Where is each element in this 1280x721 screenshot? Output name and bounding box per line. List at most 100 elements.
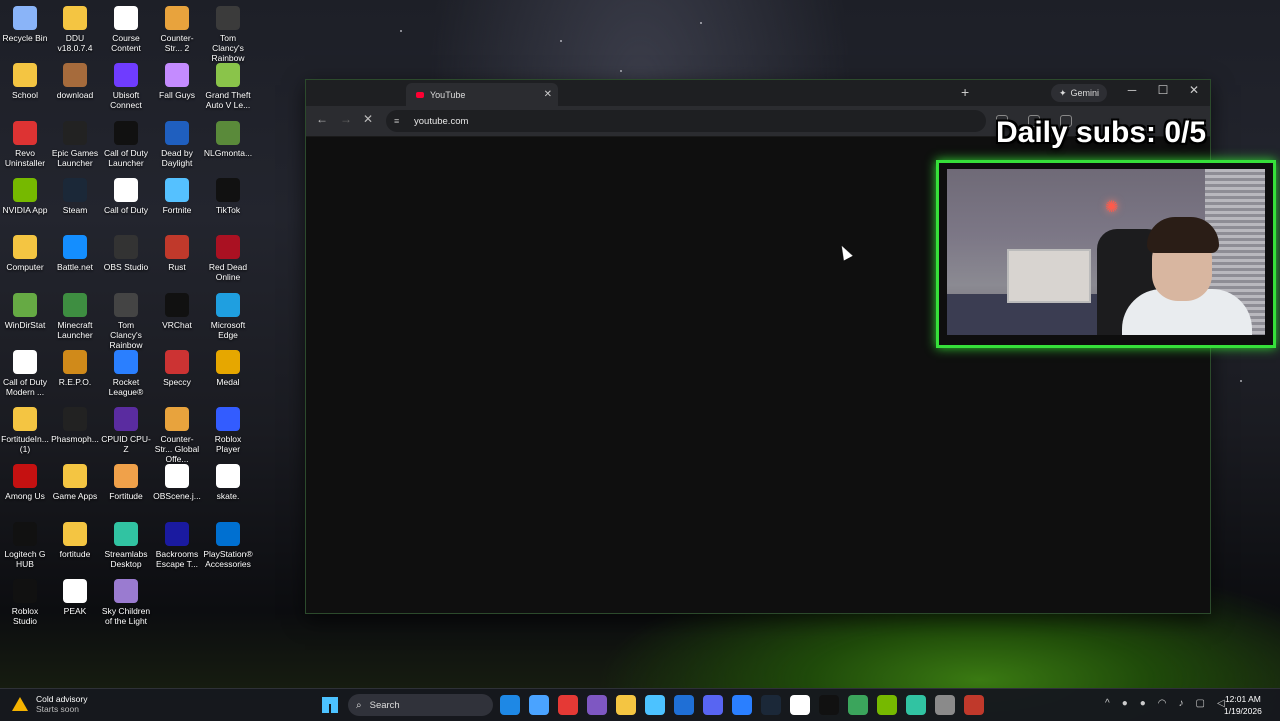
taskbar-app-icon[interactable] — [500, 695, 520, 715]
desktop-icon[interactable]: FortitudeIn... (1) — [0, 407, 50, 454]
desktop-icon[interactable]: NLGmonta... — [203, 120, 253, 158]
desktop-icon-label: Recycle Bin — [2, 33, 48, 43]
taskbar-app-icon[interactable] — [587, 695, 607, 715]
forward-icon[interactable]: → — [340, 112, 352, 126]
desktop-icon[interactable]: Computer — [0, 235, 50, 272]
tray-app-icon[interactable]: ● — [1140, 698, 1146, 709]
desktop-icon[interactable]: Steam — [50, 177, 100, 215]
desktop-icon[interactable]: Grand Theft Auto V Le... — [203, 63, 253, 110]
taskbar-app-icon[interactable] — [674, 695, 694, 715]
desktop-icon[interactable]: Fortitude — [101, 464, 151, 501]
desktop-icon[interactable]: Battle.net — [50, 235, 100, 272]
taskbar-app-icon[interactable] — [964, 695, 984, 715]
desktop-icon[interactable]: PlayStation® Accessories — [203, 521, 253, 569]
network-icon[interactable]: ▢ — [1196, 698, 1205, 709]
taskbar-app-icon[interactable] — [529, 695, 549, 715]
taskbar-app-icon[interactable] — [761, 695, 781, 715]
tray-app-icon[interactable]: ● — [1122, 698, 1128, 709]
desktop-icon[interactable]: Logitech G HUB — [0, 521, 50, 569]
desktop-icon[interactable]: Epic Games Launcher — [50, 120, 100, 168]
desktop-icon[interactable]: Roblox Player — [203, 407, 253, 454]
desktop-icon-label: R.E.P.O. — [58, 376, 92, 387]
desktop-icon[interactable]: Revo Uninstaller — [0, 120, 50, 168]
desktop-icon[interactable]: Fortnite — [152, 177, 202, 215]
taskbar-app-icon[interactable] — [558, 695, 578, 715]
desktop-icon[interactable]: Ubisoft Connect — [101, 63, 151, 110]
desktop-icon[interactable]: Dead by Daylight — [152, 120, 202, 168]
site-info-icon[interactable]: ≡ — [394, 116, 404, 126]
desktop-icon[interactable]: Call of Duty Modern ... — [0, 349, 50, 397]
desktop-icon[interactable]: Call of Duty Launcher — [101, 120, 151, 168]
taskbar-app-icon[interactable] — [819, 695, 839, 715]
app-icon — [216, 407, 240, 432]
taskbar-clock[interactable]: 12:01 AM 1/19/2026 — [1224, 693, 1262, 717]
desktop-icon[interactable]: Speccy — [152, 349, 202, 387]
desktop-icon[interactable]: Roblox Studio — [0, 579, 50, 626]
tab-close-icon[interactable]: ✕ — [544, 89, 552, 100]
desktop-icon[interactable]: Phasmoph... — [50, 407, 100, 444]
desktop-icon[interactable]: OBS Studio — [101, 235, 151, 272]
taskbar-app-icon[interactable] — [790, 695, 810, 715]
desktop-icon[interactable]: School — [0, 63, 50, 100]
desktop-icon[interactable]: CPUID CPU-Z — [101, 407, 151, 454]
address-bar[interactable]: ≡ youtube.com — [386, 110, 986, 132]
taskbar-app-icon[interactable] — [848, 695, 868, 715]
windows-start-icon[interactable] — [322, 697, 338, 713]
weather-widget[interactable]: Cold advisory Starts soon — [12, 694, 88, 714]
desktop-icon[interactable]: Rust — [152, 235, 202, 272]
desktop-icon[interactable]: NVIDIA App — [0, 177, 50, 215]
app-icon — [165, 120, 189, 145]
back-icon[interactable]: ← — [316, 112, 328, 126]
window-close-icon[interactable]: ✕ — [1184, 83, 1204, 97]
desktop-icon-label: School — [12, 90, 38, 101]
wifi-icon[interactable]: ◠ — [1158, 698, 1167, 709]
desktop-icon[interactable]: VRChat — [152, 292, 202, 330]
desktop-icon[interactable]: Minecraft Launcher — [50, 292, 100, 340]
desktop-icon[interactable]: TikTok — [203, 177, 253, 215]
desktop-icon[interactable]: Rocket League® — [101, 349, 151, 397]
app-icon — [216, 292, 240, 317]
desktop-icon[interactable]: WinDirStat — [0, 292, 50, 330]
desktop-icon[interactable]: Recycle Bin — [0, 6, 50, 43]
minimize-icon[interactable]: ─ — [1122, 83, 1142, 97]
desktop-icon[interactable]: download — [50, 63, 100, 100]
system-tray: ^ ● ● ◠ ♪ ▢ ◁ — [1105, 698, 1225, 709]
microphone-icon[interactable]: ♪ — [1179, 698, 1184, 709]
taskbar-app-icon[interactable] — [645, 695, 665, 715]
taskbar-app-icon[interactable] — [935, 695, 955, 715]
desktop-icon[interactable]: Game Apps — [50, 464, 100, 501]
desktop-icon[interactable]: Backrooms Escape T... — [152, 521, 202, 569]
desktop-icon[interactable]: Course Content — [101, 6, 151, 53]
taskbar-app-icon[interactable] — [732, 695, 752, 715]
taskbar-apps — [500, 695, 984, 715]
desktop-icon[interactable]: Counter-Str... 2 — [152, 6, 202, 53]
tab-youtube[interactable]: YouTube ✕ — [406, 83, 558, 106]
taskbar-app-icon[interactable] — [703, 695, 723, 715]
desktop-icon[interactable]: Counter-Str... Global Offe... — [152, 407, 202, 464]
desktop-icon-label: Backrooms Escape T... — [155, 548, 199, 569]
desktop-icon[interactable]: Among Us — [0, 464, 50, 501]
desktop-icon[interactable]: Fall Guys — [152, 63, 202, 100]
desktop-icon[interactable]: R.E.P.O. — [50, 349, 100, 387]
chevron-up-icon[interactable]: ^ — [1105, 698, 1110, 709]
desktop-icon[interactable]: Streamlabs Desktop — [101, 521, 151, 569]
desktop-icon[interactable]: Call of Duty — [101, 177, 151, 215]
taskbar-app-icon[interactable] — [616, 695, 636, 715]
desktop-icon[interactable]: OBScene.j... — [152, 464, 202, 501]
maximize-icon[interactable]: ☐ — [1153, 83, 1173, 97]
taskbar-search[interactable]: ⌕ Search — [348, 694, 493, 716]
desktop-icon[interactable]: PEAK — [50, 579, 100, 616]
desktop-icon[interactable]: DDU v18.0.7.4 — [50, 6, 100, 53]
stop-loading-icon[interactable]: ✕ — [363, 112, 373, 126]
taskbar-app-icon[interactable] — [906, 695, 926, 715]
desktop-icon[interactable]: Sky Children of the Light — [101, 579, 151, 626]
desktop-icon[interactable]: Red Dead Online — [203, 235, 253, 282]
desktop-icon[interactable]: skate. — [203, 464, 253, 501]
app-icon — [165, 177, 189, 202]
gemini-button[interactable]: ✦ Gemini — [1051, 84, 1108, 102]
new-tab-icon[interactable]: + — [961, 84, 969, 100]
taskbar-app-icon[interactable] — [877, 695, 897, 715]
desktop-icon[interactable]: fortitude — [50, 521, 100, 559]
desktop-icon[interactable]: Medal — [203, 349, 253, 387]
desktop-icon[interactable]: Microsoft Edge — [203, 292, 253, 340]
